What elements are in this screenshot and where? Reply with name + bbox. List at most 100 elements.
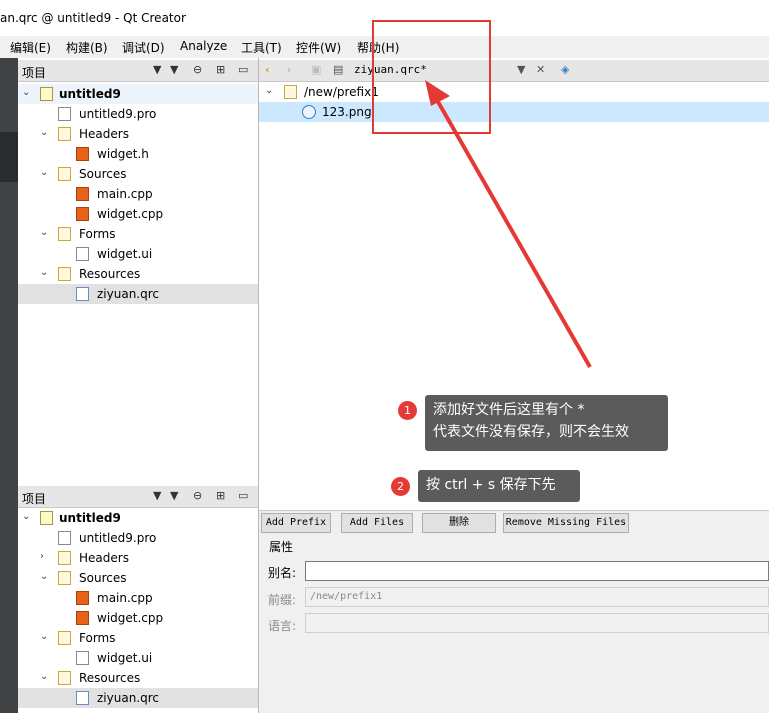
menu-debug[interactable]: 调试(D) bbox=[122, 39, 165, 56]
expand-arrow-icon[interactable]: ⌄ bbox=[40, 631, 48, 642]
tree-row-resources[interactable]: ⌄ Resources bbox=[18, 264, 258, 284]
tree-resources-label: Resources bbox=[79, 267, 141, 281]
tree-qrc-label: ziyuan.qrc bbox=[97, 287, 159, 301]
tree-row-widget-cpp[interactable]: widget.cpp bbox=[18, 204, 258, 224]
collapsed-arrow-icon[interactable]: › bbox=[40, 551, 44, 562]
tree-row-sources[interactable]: ⌄ Sources bbox=[18, 568, 258, 588]
chevron-down-icon[interactable]: ▼ bbox=[153, 63, 161, 76]
source-file-icon bbox=[76, 147, 89, 161]
callout-1-line-1: 添加好文件后这里有个 * bbox=[433, 402, 585, 418]
tree-row-pro[interactable]: untitled9.pro bbox=[18, 528, 258, 548]
source-file-icon bbox=[76, 187, 89, 201]
tree-row-widget-ui[interactable]: widget.ui bbox=[18, 244, 258, 264]
tree-row-qrc[interactable]: ziyuan.qrc bbox=[18, 284, 258, 304]
cpp-folder-icon bbox=[58, 571, 71, 585]
expand-arrow-icon[interactable]: ⌄ bbox=[40, 227, 48, 238]
split-view-icon[interactable]: ◈ bbox=[561, 63, 569, 76]
tree-row-sources[interactable]: ⌄ Sources bbox=[18, 164, 258, 184]
callout-1-line-2: 代表文件没有保存，则不会生效 bbox=[433, 424, 629, 440]
tree-root-label: untitled9 bbox=[59, 87, 121, 101]
ui-file-icon bbox=[76, 651, 89, 665]
tree-widget-ui-label: widget.ui bbox=[97, 247, 153, 261]
tree-row-widget-cpp[interactable]: widget.cpp bbox=[18, 608, 258, 628]
prefix-field[interactable]: /new/prefix1 bbox=[305, 587, 769, 607]
properties-panel: 属性 别名: 前缀: /new/prefix1 语言: bbox=[259, 534, 769, 713]
qrc-file-icon bbox=[76, 691, 89, 705]
menu-edit[interactable]: 编辑(E) bbox=[10, 39, 51, 56]
tree-row-qrc[interactable]: ziyuan.qrc bbox=[18, 688, 258, 708]
file-dropdown-icon[interactable]: ▼ bbox=[517, 63, 525, 76]
expand-arrow-icon[interactable]: ⌄ bbox=[40, 167, 48, 178]
tree-row-main-cpp[interactable]: main.cpp bbox=[18, 588, 258, 608]
menu-tools[interactable]: 工具(T) bbox=[241, 39, 282, 56]
forms-folder-icon bbox=[58, 227, 71, 241]
expand-arrow-icon[interactable]: ⌄ bbox=[40, 571, 48, 582]
resource-prefix-row[interactable]: ⌄ /new/prefix1 bbox=[259, 82, 769, 102]
tree-row-headers[interactable]: ⌄ Headers bbox=[18, 124, 258, 144]
tree-row-widget-ui[interactable]: widget.ui bbox=[18, 648, 258, 668]
expand-arrow-icon[interactable]: ⌄ bbox=[22, 87, 30, 98]
resource-file-label: 123.png bbox=[322, 105, 372, 119]
close-panel-icon[interactable]: ▭ bbox=[238, 489, 248, 502]
tree-row-resources[interactable]: ⌄ Resources bbox=[18, 668, 258, 688]
project-tree-bottom: ⌄ untitled9 untitled9.pro › Headers ⌄ So… bbox=[18, 508, 258, 713]
project-icon bbox=[40, 511, 53, 525]
ui-file-icon bbox=[76, 247, 89, 261]
badge-1: 1 bbox=[398, 401, 417, 420]
tree-row-widget-h[interactable]: widget.h bbox=[18, 144, 258, 164]
prefix-icon bbox=[284, 85, 297, 99]
project-label: 项目 bbox=[22, 492, 47, 506]
alias-field[interactable] bbox=[305, 561, 769, 581]
header-folder-icon bbox=[58, 127, 71, 141]
close-panel-icon[interactable]: ▭ bbox=[238, 63, 248, 76]
header-folder-icon bbox=[58, 551, 71, 565]
tree-root-label: untitled9 bbox=[59, 511, 121, 525]
menu-controls[interactable]: 控件(W) bbox=[296, 39, 341, 56]
chevron-down-icon[interactable]: ▼ bbox=[153, 489, 161, 502]
tree-row-main-cpp[interactable]: main.cpp bbox=[18, 184, 258, 204]
tree-row-root[interactable]: ⌄ untitled9 bbox=[18, 84, 258, 104]
tree-row-pro[interactable]: untitled9.pro bbox=[18, 104, 258, 124]
tree-row-headers[interactable]: › Headers bbox=[18, 548, 258, 568]
add-prefix-button[interactable]: Add Prefix bbox=[261, 513, 331, 533]
language-field[interactable] bbox=[305, 613, 769, 633]
back-arrow-icon[interactable]: ‹ bbox=[265, 63, 270, 76]
lock-icon: ▣ bbox=[311, 63, 322, 76]
filter-icon[interactable]: ▼ bbox=[170, 63, 178, 76]
resource-button-bar: Add Prefix Add Files 删除 Remove Missing F… bbox=[259, 510, 769, 534]
tree-headers-label: Headers bbox=[79, 551, 129, 565]
tree-sources-label: Sources bbox=[79, 167, 127, 181]
split-icon[interactable]: ⊞ bbox=[216, 63, 225, 76]
pro-file-icon bbox=[58, 531, 71, 545]
remove-missing-files-button[interactable]: Remove Missing Files bbox=[503, 513, 629, 533]
properties-title: 属性 bbox=[269, 540, 294, 554]
tree-resources-label: Resources bbox=[79, 671, 141, 685]
mode-sidebar bbox=[0, 58, 18, 713]
tree-widget-h-label: widget.h bbox=[97, 147, 149, 161]
prefix-field-value: /new/prefix1 bbox=[310, 591, 383, 602]
split-icon[interactable]: ⊞ bbox=[216, 489, 225, 502]
expand-arrow-icon[interactable]: ⌄ bbox=[22, 511, 30, 522]
link-icon[interactable]: ⊖ bbox=[193, 63, 202, 76]
add-files-button[interactable]: Add Files bbox=[341, 513, 413, 533]
expand-arrow-icon[interactable]: ⌄ bbox=[40, 671, 48, 682]
delete-button[interactable]: 删除 bbox=[422, 513, 496, 533]
project-label: 项目 bbox=[22, 66, 47, 80]
link-icon[interactable]: ⊖ bbox=[193, 489, 202, 502]
badge-2: 2 bbox=[391, 477, 410, 496]
filter-icon[interactable]: ▼ bbox=[170, 489, 178, 502]
expand-arrow-icon[interactable]: ⌄ bbox=[40, 127, 48, 138]
tree-row-root[interactable]: ⌄ untitled9 bbox=[18, 508, 258, 528]
mode-sidebar-active[interactable] bbox=[0, 132, 18, 182]
expand-arrow-icon[interactable]: ⌄ bbox=[265, 85, 273, 96]
expand-arrow-icon[interactable]: ⌄ bbox=[40, 267, 48, 278]
tree-pro-label: untitled9.pro bbox=[79, 107, 157, 121]
forward-arrow-icon[interactable]: › bbox=[287, 63, 291, 76]
image-file-icon bbox=[302, 105, 316, 119]
tree-row-forms[interactable]: ⌄ Forms bbox=[18, 628, 258, 648]
menu-build[interactable]: 构建(B) bbox=[66, 39, 108, 56]
resource-file-row[interactable]: 123.png bbox=[259, 102, 769, 122]
menu-analyze[interactable]: Analyze bbox=[180, 39, 227, 53]
close-file-icon[interactable]: ✕ bbox=[536, 63, 545, 76]
tree-row-forms[interactable]: ⌄ Forms bbox=[18, 224, 258, 244]
